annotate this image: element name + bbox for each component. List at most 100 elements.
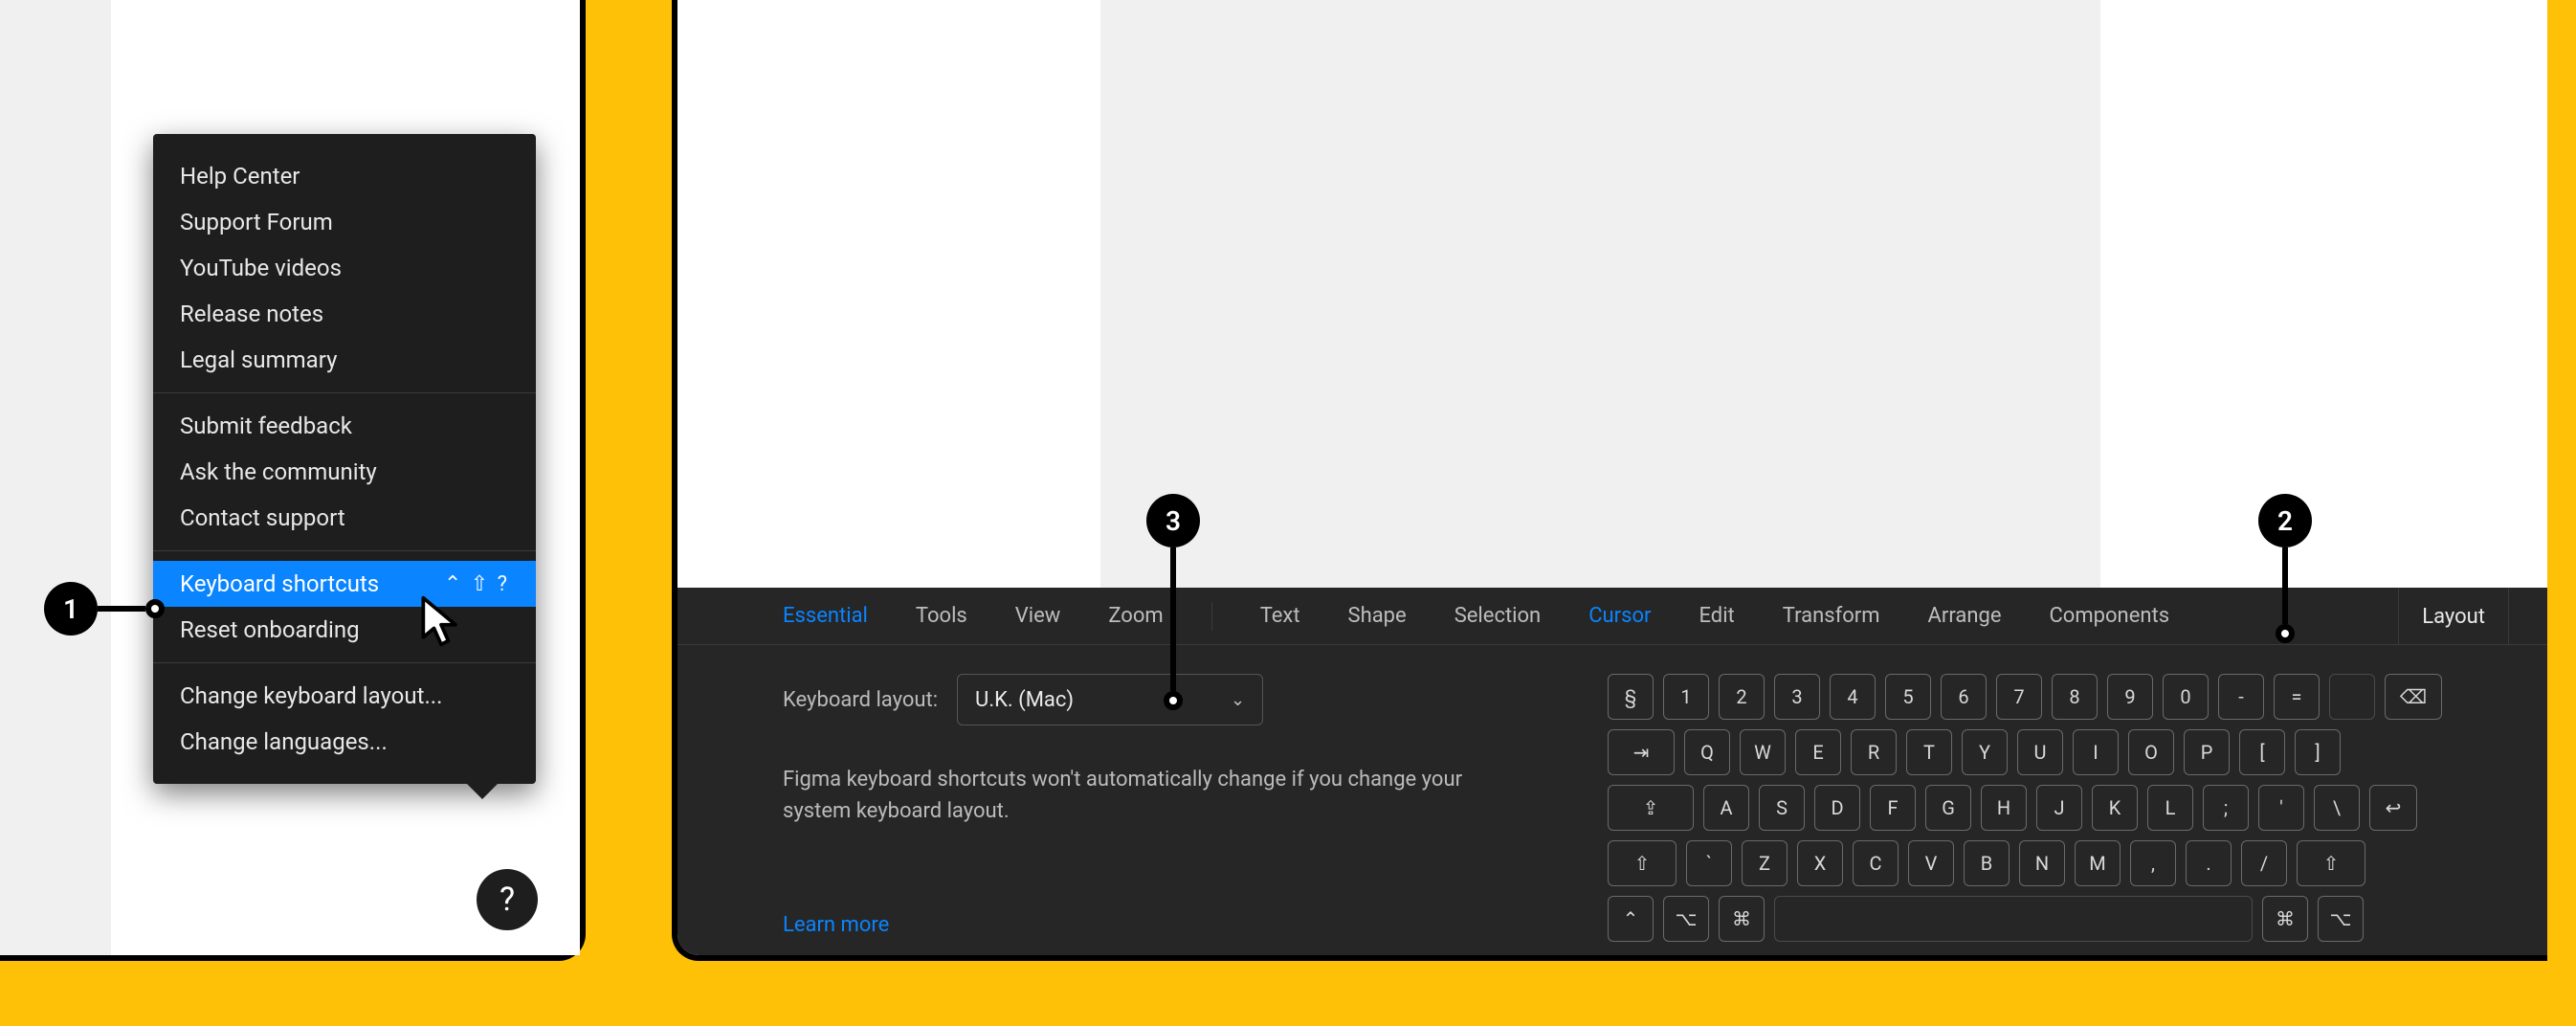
keyboard-layout-value: U.K. (Mac) (975, 688, 1074, 712)
key-0: 0 (2163, 674, 2209, 720)
tab-layout[interactable]: Layout (2398, 588, 2509, 645)
key-S: S (1759, 785, 1805, 831)
key-⇧: ⇧ (2297, 840, 2365, 886)
menu-item-label: Support Forum (180, 209, 333, 235)
key-blank (2329, 674, 2375, 720)
key-⌥: ⌥ (1663, 896, 1709, 942)
key-⇥: ⇥ (1608, 729, 1675, 775)
tab-components[interactable]: Components (2049, 604, 2169, 628)
menu-item-contact-support[interactable]: Contact support (153, 495, 536, 541)
menu-item-label: Help Center (180, 163, 300, 190)
menu-item-submit-feedback[interactable]: Submit feedback (153, 403, 536, 449)
key-\: \ (2314, 785, 2360, 831)
shortcuts-tabs: Essential Tools View Zoom Text Shape Sel… (677, 588, 2547, 645)
key-=: = (2274, 674, 2320, 720)
menu-item-release-notes[interactable]: Release notes (153, 291, 536, 337)
key-F: F (1870, 785, 1916, 831)
left-screenshot-panel: Help Center Support Forum YouTube videos Re… (0, 0, 586, 961)
key-P: P (2184, 729, 2230, 775)
key-D: D (1814, 785, 1860, 831)
help-button[interactable]: ? (477, 869, 538, 930)
menu-item-label: Keyboard shortcuts (180, 570, 379, 597)
menu-item-support-forum[interactable]: Support Forum (153, 199, 536, 245)
menu-item-label: Legal summary (180, 346, 337, 373)
key-8: 8 (2052, 674, 2098, 720)
key-L: L (2147, 785, 2193, 831)
keyboard-preview: §1234567890-=⌫⇥QWERTYUIOP[]⇪ASDFGHJKL;'\… (1608, 674, 2442, 942)
key-5: 5 (1885, 674, 1931, 720)
tab-shape[interactable]: Shape (1348, 604, 1407, 628)
tab-text[interactable]: Text (1260, 604, 1300, 628)
menu-item-reset-onboarding[interactable]: Reset onboarding (153, 607, 536, 653)
tab-tools[interactable]: Tools (916, 604, 967, 628)
help-button-label: ? (500, 881, 515, 919)
tab-edit[interactable]: Edit (1699, 604, 1734, 628)
key-H: H (1981, 785, 2027, 831)
key-Y: Y (1962, 729, 2008, 775)
key-⌃: ⌃ (1608, 896, 1654, 942)
key-T: T (1906, 729, 1952, 775)
menu-item-youtube-videos[interactable]: YouTube videos (153, 245, 536, 291)
keyboard-layout-description: Figma keyboard shortcuts won't automatic… (783, 764, 1491, 827)
key-1: 1 (1663, 674, 1709, 720)
key-M: M (2075, 840, 2121, 886)
tab-view[interactable]: View (1015, 604, 1061, 628)
tab-selection[interactable]: Selection (1455, 604, 1542, 628)
key-Q: Q (1684, 729, 1730, 775)
key-⇧: ⇧ (1608, 840, 1677, 886)
menu-item-legal-summary[interactable]: Legal summary (153, 337, 536, 383)
menu-item-shortcut: ⌃ ⇧ ? (444, 572, 509, 596)
key-4: 4 (1830, 674, 1876, 720)
tab-arrange[interactable]: Arrange (1928, 604, 2002, 628)
key-U: U (2017, 729, 2063, 775)
help-menu: Help Center Support Forum YouTube videos Re… (153, 134, 536, 784)
key-.: . (2186, 840, 2232, 886)
key-X: X (1797, 840, 1843, 886)
key-E: E (1795, 729, 1841, 775)
menu-item-ask-the-community[interactable]: Ask the community (153, 449, 536, 495)
tab-cursor[interactable]: Cursor (1588, 604, 1651, 628)
menu-item-keyboard-shortcuts[interactable]: Keyboard shortcuts ⌃ ⇧ ? (153, 561, 536, 607)
key-A: A (1703, 785, 1749, 831)
menu-item-label: Release notes (180, 301, 323, 327)
key-B: B (1964, 840, 2010, 886)
key-2: 2 (1719, 674, 1765, 720)
right-screenshot-panel: Essential Tools View Zoom Text Shape Sel… (672, 0, 2547, 961)
key-⌫: ⌫ (2385, 674, 2442, 720)
menu-item-help-center[interactable]: Help Center (153, 153, 536, 199)
key-7: 7 (1996, 674, 2042, 720)
menu-item-change-languages[interactable]: Change languages... (153, 719, 536, 765)
key-': ' (2258, 785, 2304, 831)
key-C: C (1853, 840, 1899, 886)
key-;: ; (2203, 785, 2249, 831)
key-]: ] (2295, 729, 2341, 775)
menu-item-label: Ask the community (180, 458, 377, 485)
menu-item-label: YouTube videos (180, 255, 342, 281)
key-I: I (2073, 729, 2119, 775)
keyboard-layout-select[interactable]: U.K. (Mac) ⌄ (957, 674, 1263, 725)
tab-zoom[interactable]: Zoom (1108, 604, 1163, 628)
canvas-gray-area (1100, 0, 2100, 593)
key-K: K (2092, 785, 2138, 831)
key-blank (1774, 896, 2253, 942)
key-⌥: ⌥ (2318, 896, 2364, 942)
key-V: V (1908, 840, 1954, 886)
key-R: R (1851, 729, 1897, 775)
tab-transform[interactable]: Transform (1783, 604, 1880, 628)
key-O: O (2128, 729, 2174, 775)
key-N: N (2019, 840, 2065, 886)
tab-essential[interactable]: Essential (783, 604, 868, 628)
menu-item-change-keyboard-layout[interactable]: Change keyboard layout... (153, 673, 536, 719)
key-⌘: ⌘ (2262, 896, 2308, 942)
key-↩: ↩ (2369, 785, 2417, 831)
key-6: 6 (1941, 674, 1987, 720)
key-G: G (1925, 785, 1971, 831)
chevron-down-icon: ⌄ (1231, 690, 1245, 710)
keyboard-layout-label: Keyboard layout: (783, 688, 938, 712)
menu-item-label: Reset onboarding (180, 616, 360, 643)
key-⌘: ⌘ (1719, 896, 1765, 942)
key-/: / (2241, 840, 2287, 886)
key-[: [ (2239, 729, 2285, 775)
learn-more-link[interactable]: Learn more (783, 913, 889, 937)
key-Z: Z (1742, 840, 1788, 886)
